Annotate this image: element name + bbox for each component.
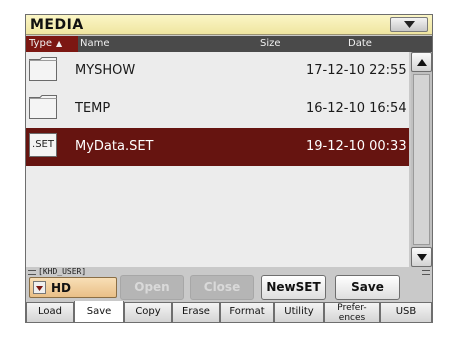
file-date: 19-12-10 00:33 [306,139,407,154]
page-menu-button[interactable] [390,17,428,32]
file-row-selected[interactable]: .SET MyData.SET 19-12-10 00:33 [26,128,409,166]
open-button[interactable]: Open [120,275,184,300]
column-date-header[interactable]: Date [348,38,372,49]
file-name: MYSHOW [75,63,136,78]
folder-icon [29,57,57,81]
folder-icon [29,95,57,119]
tab-erase[interactable]: Erase [172,303,220,323]
set-file-icon: .SET [29,133,57,157]
set-file-icon-label: .SET [29,133,57,157]
new-set-button[interactable]: NewSET [261,275,326,300]
file-row[interactable]: TEMP 16-12-10 16:54 [26,90,409,128]
chevron-down-icon [404,21,415,28]
current-path: [KHD_USER] [38,267,87,276]
column-type-header[interactable]: Type ▲ [26,36,78,52]
title-bar: MEDIA [26,15,432,35]
vertical-scrollbar[interactable] [411,52,432,267]
tab-copy[interactable]: Copy [124,303,172,323]
column-size-header[interactable]: Size [260,38,281,49]
tab-bar: Load Save Copy Erase Format Utility Pref… [26,301,432,323]
file-date: 16-12-10 16:54 [306,101,407,116]
tab-preferences-line2: ences [338,313,366,323]
tab-preferences-line1: Prefer- [337,303,367,313]
close-button[interactable]: Close [190,275,254,300]
file-name: MyData.SET [75,139,154,154]
tab-usb[interactable]: USB [380,303,432,323]
file-date: 17-12-10 22:55 [306,63,407,78]
grip-icon [28,270,36,275]
scroll-down-button[interactable] [411,247,432,267]
media-window: MEDIA Type ▲ Name Size Date MYSHOW 17-12-… [25,14,433,323]
save-button[interactable]: Save [335,275,400,300]
column-type-label: Type [29,38,52,49]
tab-format[interactable]: Format [220,303,274,323]
file-list: MYSHOW 17-12-10 22:55 TEMP 16-12-10 16:5… [26,52,409,267]
tab-save[interactable]: Save [74,301,124,323]
arrow-down-icon [417,254,427,261]
page-title: MEDIA [30,17,84,33]
tab-preferences[interactable]: Prefer- ences [324,303,380,323]
arrow-up-icon [417,59,427,66]
scroll-track[interactable] [413,74,430,245]
file-row[interactable]: MYSHOW 17-12-10 22:55 [26,52,409,90]
tab-utility[interactable]: Utility [274,303,324,323]
tab-load[interactable]: Load [26,303,74,323]
sort-up-icon: ▲ [55,39,63,48]
scroll-up-button[interactable] [411,52,432,72]
file-name: TEMP [75,101,111,116]
column-header: Type ▲ Name Size Date [26,36,432,52]
drive-selector[interactable]: HD [29,277,117,298]
grip-icon [422,270,430,275]
column-name-header[interactable]: Name [80,38,110,49]
drive-label: HD [51,281,72,295]
dropdown-icon [33,281,46,294]
